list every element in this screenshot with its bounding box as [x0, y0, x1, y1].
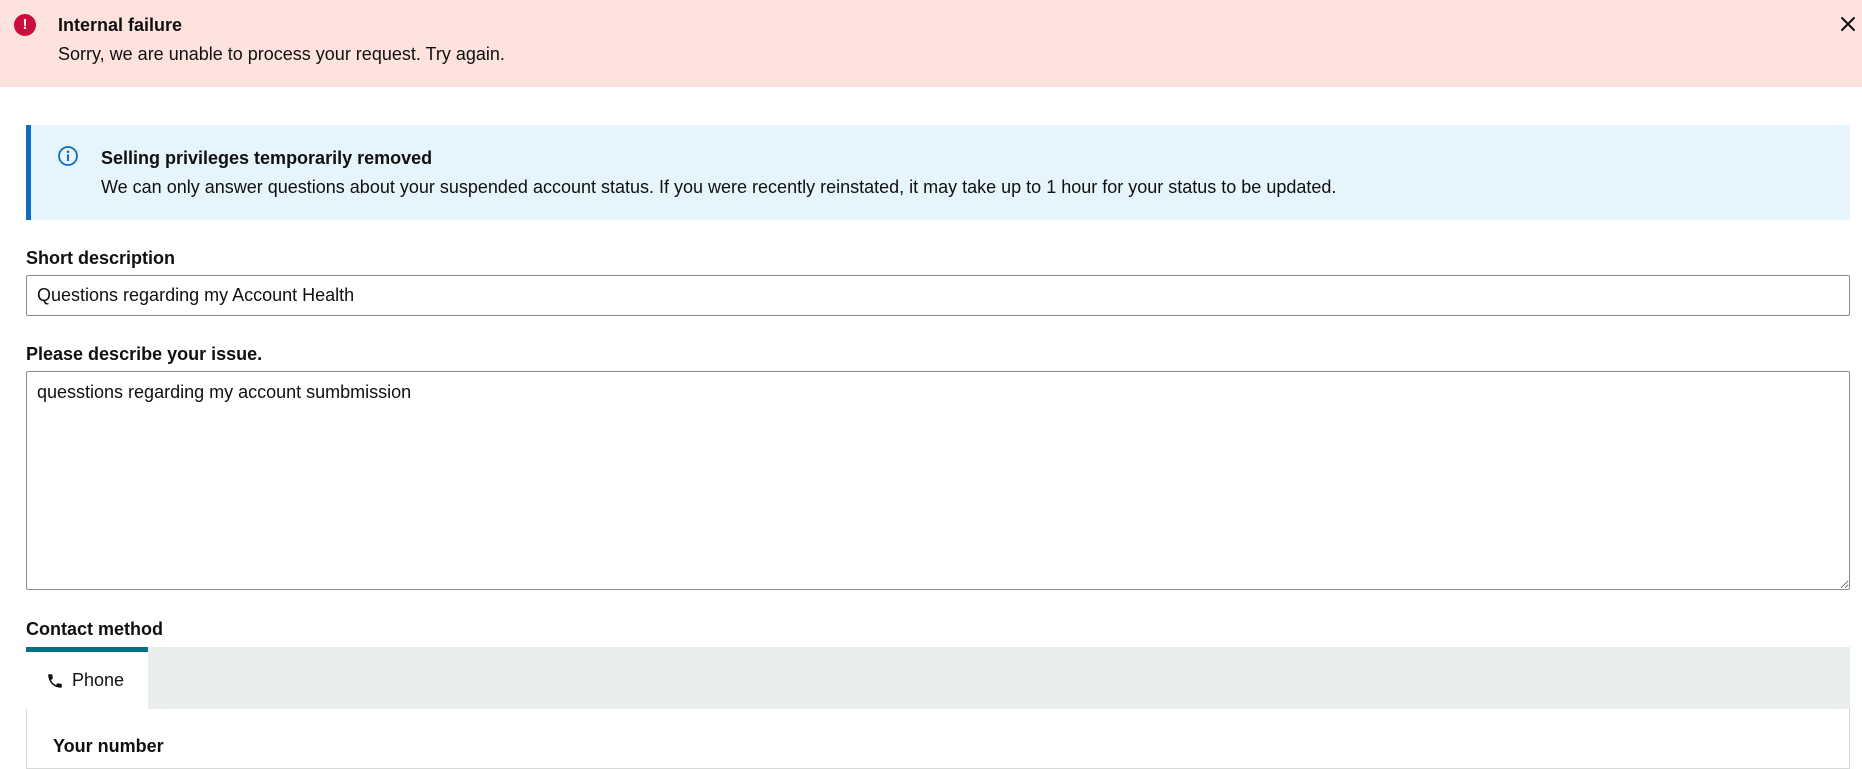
close-icon-svg: [1841, 17, 1855, 31]
short-description-label: Short description: [26, 248, 176, 268]
info-message: We can only answer questions about your …: [101, 177, 1337, 197]
issue-description-textarea[interactable]: quesstions regarding my account sumbmiss…: [26, 371, 1850, 590]
issue-description-label: Please describe your issue.: [26, 344, 263, 364]
tab-phone[interactable]: Phone: [26, 647, 148, 709]
short-description-input[interactable]: [26, 275, 1850, 316]
info-title: Selling privileges temporarily removed: [101, 148, 433, 168]
phone-icon: [48, 673, 62, 688]
contact-method-tabs: Phone: [26, 647, 1850, 709]
error-banner: ! Internal failure Sorry, we are unable …: [0, 0, 1862, 87]
error-message: Sorry, we are unable to process your req…: [58, 44, 505, 64]
your-number-label: Your number: [53, 736, 164, 756]
info-icon: [57, 145, 79, 167]
phone-tab-panel: Your number: [26, 709, 1850, 769]
close-icon[interactable]: [1836, 12, 1860, 36]
error-icon: !: [14, 14, 36, 36]
tab-phone-label: Phone: [72, 670, 125, 690]
error-title: Internal failure: [58, 15, 183, 35]
contact-method-label: Contact method: [26, 619, 163, 639]
info-alert: Selling privileges temporarily removed W…: [26, 125, 1850, 220]
